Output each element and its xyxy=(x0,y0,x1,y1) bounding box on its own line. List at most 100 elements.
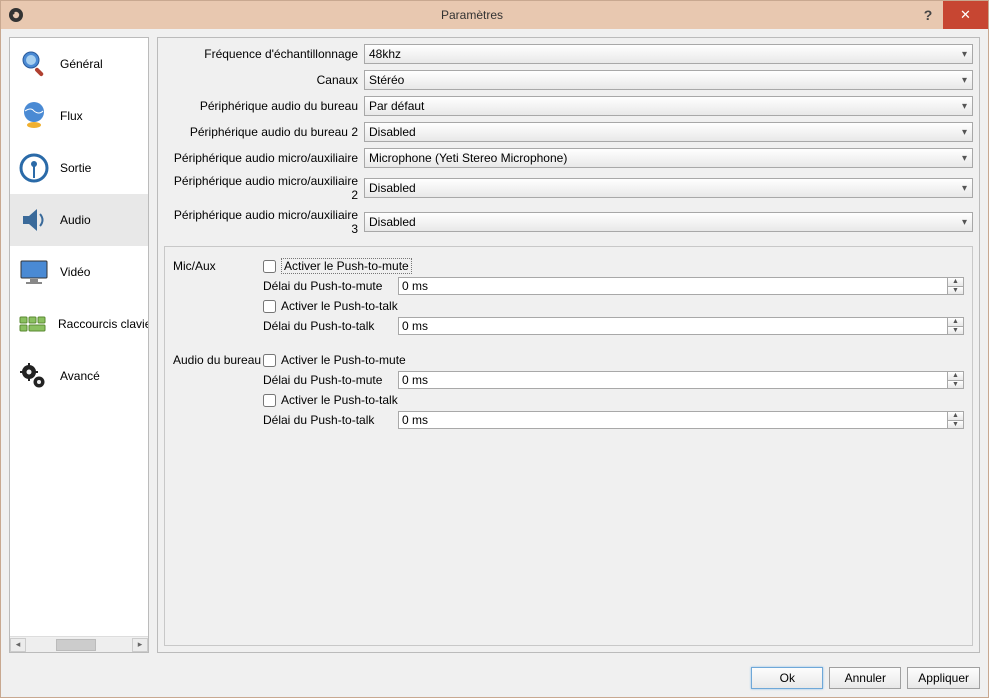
sidebar-item-label: Flux xyxy=(60,109,83,123)
scroll-thumb[interactable] xyxy=(56,639,96,651)
micaux-ptt-delay-label: Délai du Push-to-talk xyxy=(263,319,398,333)
micaux-ptt-delay-spinner[interactable]: 0 ms ▲▼ xyxy=(398,317,964,335)
combo-value: Microphone (Yeti Stereo Microphone) xyxy=(369,151,567,165)
spinner-value: 0 ms xyxy=(402,413,428,427)
combo-micaux-1[interactable]: Microphone (Yeti Stereo Microphone) xyxy=(364,148,973,168)
help-button[interactable]: ? xyxy=(913,1,943,29)
dialog-footer: Ok Annuler Appliquer xyxy=(1,661,988,697)
sidebar-item-label: Général xyxy=(60,57,103,71)
desktop-ptm-label: Activer le Push-to-mute xyxy=(281,353,406,367)
speaker-icon xyxy=(16,202,52,238)
desktop-ptm-delay-label: Délai du Push-to-mute xyxy=(263,373,398,387)
push-to-group: Mic/Aux Activer le Push-to-mute Délai du… xyxy=(164,246,973,646)
sidebar-item-stream[interactable]: Flux xyxy=(10,90,148,142)
micaux-ptt-delay-row: Délai du Push-to-talk 0 ms ▲▼ xyxy=(263,316,964,336)
close-button[interactable]: ✕ xyxy=(943,1,988,29)
main-area: Général Flux xyxy=(1,29,988,661)
sidebar-item-label: Audio xyxy=(60,213,91,227)
spin-down-icon[interactable]: ▼ xyxy=(947,381,963,389)
micaux-ptt-label: Activer le Push-to-talk xyxy=(281,299,398,313)
micaux-ptt-row: Activer le Push-to-talk xyxy=(263,297,964,315)
row-micaux-3: Périphérique audio micro/auxiliaire 3 Di… xyxy=(164,208,973,236)
row-micaux-1: Périphérique audio micro/auxiliaire Micr… xyxy=(164,148,973,168)
combo-micaux-2[interactable]: Disabled xyxy=(364,178,973,198)
row-micaux-2: Périphérique audio micro/auxiliaire 2 Di… xyxy=(164,174,973,202)
wrench-icon xyxy=(16,46,52,82)
gear-icon xyxy=(16,358,52,394)
titlebar: Paramètres ? ✕ xyxy=(1,1,988,29)
combo-value: Disabled xyxy=(369,181,416,195)
row-desktop-audio-1: Périphérique audio du bureau Par défaut xyxy=(164,96,973,116)
audio-device-rows: Fréquence d'échantillonnage 48khz Canaux… xyxy=(164,44,973,242)
micaux-ptm-checkbox[interactable] xyxy=(263,260,276,273)
row-channels: Canaux Stéréo xyxy=(164,70,973,90)
spin-down-icon[interactable]: ▼ xyxy=(947,287,963,295)
label-micaux-1: Périphérique audio micro/auxiliaire xyxy=(164,151,364,165)
micaux-ptm-delay-label: Délai du Push-to-mute xyxy=(263,279,398,293)
spinner-buttons[interactable]: ▲▼ xyxy=(947,318,963,334)
label-micaux-3: Périphérique audio micro/auxiliaire 3 xyxy=(164,208,364,236)
spin-up-icon[interactable]: ▲ xyxy=(947,412,963,421)
spinner-buttons[interactable]: ▲▼ xyxy=(947,372,963,388)
combo-sample-rate[interactable]: 48khz xyxy=(364,44,973,64)
desktop-ptt-delay-spinner[interactable]: 0 ms ▲▼ xyxy=(398,411,964,429)
sidebar-item-video[interactable]: Vidéo xyxy=(10,246,148,298)
combo-desktop-audio-1[interactable]: Par défaut xyxy=(364,96,973,116)
scroll-right-arrow[interactable]: ▸ xyxy=(132,638,148,652)
spinner-value: 0 ms xyxy=(402,319,428,333)
combo-micaux-3[interactable]: Disabled xyxy=(364,212,973,232)
sidebar-item-advanced[interactable]: Avancé xyxy=(10,350,148,402)
spinner-value: 0 ms xyxy=(402,373,428,387)
spinner-buttons[interactable]: ▲▼ xyxy=(947,412,963,428)
desktop-ptm-checkbox[interactable] xyxy=(263,354,276,367)
desktop-ptm-delay-row: Délai du Push-to-mute 0 ms ▲▼ xyxy=(263,370,964,390)
section-micaux: Mic/Aux Activer le Push-to-mute Délai du… xyxy=(173,257,964,337)
sidebar-item-hotkeys[interactable]: Raccourcis clavier xyxy=(10,298,148,350)
desktop-ptt-row: Activer le Push-to-talk xyxy=(263,391,964,409)
sidebar-scrollbar[interactable]: ◂ ▸ xyxy=(10,636,148,652)
section-desktop-body: Activer le Push-to-mute Délai du Push-to… xyxy=(263,351,964,431)
sidebar-item-audio[interactable]: Audio xyxy=(10,194,148,246)
spinner-buttons[interactable]: ▲▼ xyxy=(947,278,963,294)
combo-channels[interactable]: Stéréo xyxy=(364,70,973,90)
spin-up-icon[interactable]: ▲ xyxy=(947,318,963,327)
micaux-ptm-delay-row: Délai du Push-to-mute 0 ms ▲▼ xyxy=(263,276,964,296)
window-title: Paramètres xyxy=(31,8,913,22)
monitor-icon xyxy=(16,254,52,290)
combo-value: 48khz xyxy=(369,47,401,61)
desktop-ptt-checkbox[interactable] xyxy=(263,394,276,407)
sidebar-item-label: Avancé xyxy=(60,369,100,383)
sidebar-item-output[interactable]: Sortie xyxy=(10,142,148,194)
nav-list: Général Flux xyxy=(10,38,148,636)
desktop-ptt-delay-label: Délai du Push-to-talk xyxy=(263,413,398,427)
scroll-track[interactable] xyxy=(26,638,132,652)
sidebar: Général Flux xyxy=(9,37,149,653)
label-desktop-audio-2: Périphérique audio du bureau 2 xyxy=(164,125,364,139)
section-micaux-title: Mic/Aux xyxy=(173,257,263,337)
label-desktop-audio-1: Périphérique audio du bureau xyxy=(164,99,364,113)
spin-up-icon[interactable]: ▲ xyxy=(947,278,963,287)
label-channels: Canaux xyxy=(164,73,364,87)
spin-up-icon[interactable]: ▲ xyxy=(947,372,963,381)
sidebar-item-label: Vidéo xyxy=(60,265,90,279)
apply-button[interactable]: Appliquer xyxy=(907,667,980,689)
cancel-button[interactable]: Annuler xyxy=(829,667,901,689)
combo-desktop-audio-2[interactable]: Disabled xyxy=(364,122,973,142)
label-micaux-2: Périphérique audio micro/auxiliaire 2 xyxy=(164,174,364,202)
row-sample-rate: Fréquence d'échantillonnage 48khz xyxy=(164,44,973,64)
globe-icon xyxy=(16,98,52,134)
desktop-ptm-delay-spinner[interactable]: 0 ms ▲▼ xyxy=(398,371,964,389)
section-micaux-body: Activer le Push-to-mute Délai du Push-to… xyxy=(263,257,964,337)
micaux-ptt-checkbox[interactable] xyxy=(263,300,276,313)
ok-button[interactable]: Ok xyxy=(751,667,823,689)
desktop-ptt-delay-row: Délai du Push-to-talk 0 ms ▲▼ xyxy=(263,410,964,430)
sidebar-item-general[interactable]: Général xyxy=(10,38,148,90)
micaux-ptm-delay-spinner[interactable]: 0 ms ▲▼ xyxy=(398,277,964,295)
desktop-ptt-label: Activer le Push-to-talk xyxy=(281,393,398,407)
micaux-ptm-row: Activer le Push-to-mute xyxy=(263,257,964,275)
broadcast-icon xyxy=(16,150,52,186)
scroll-left-arrow[interactable]: ◂ xyxy=(10,638,26,652)
window-controls: ? ✕ xyxy=(913,1,988,29)
spin-down-icon[interactable]: ▼ xyxy=(947,421,963,429)
spin-down-icon[interactable]: ▼ xyxy=(947,327,963,335)
